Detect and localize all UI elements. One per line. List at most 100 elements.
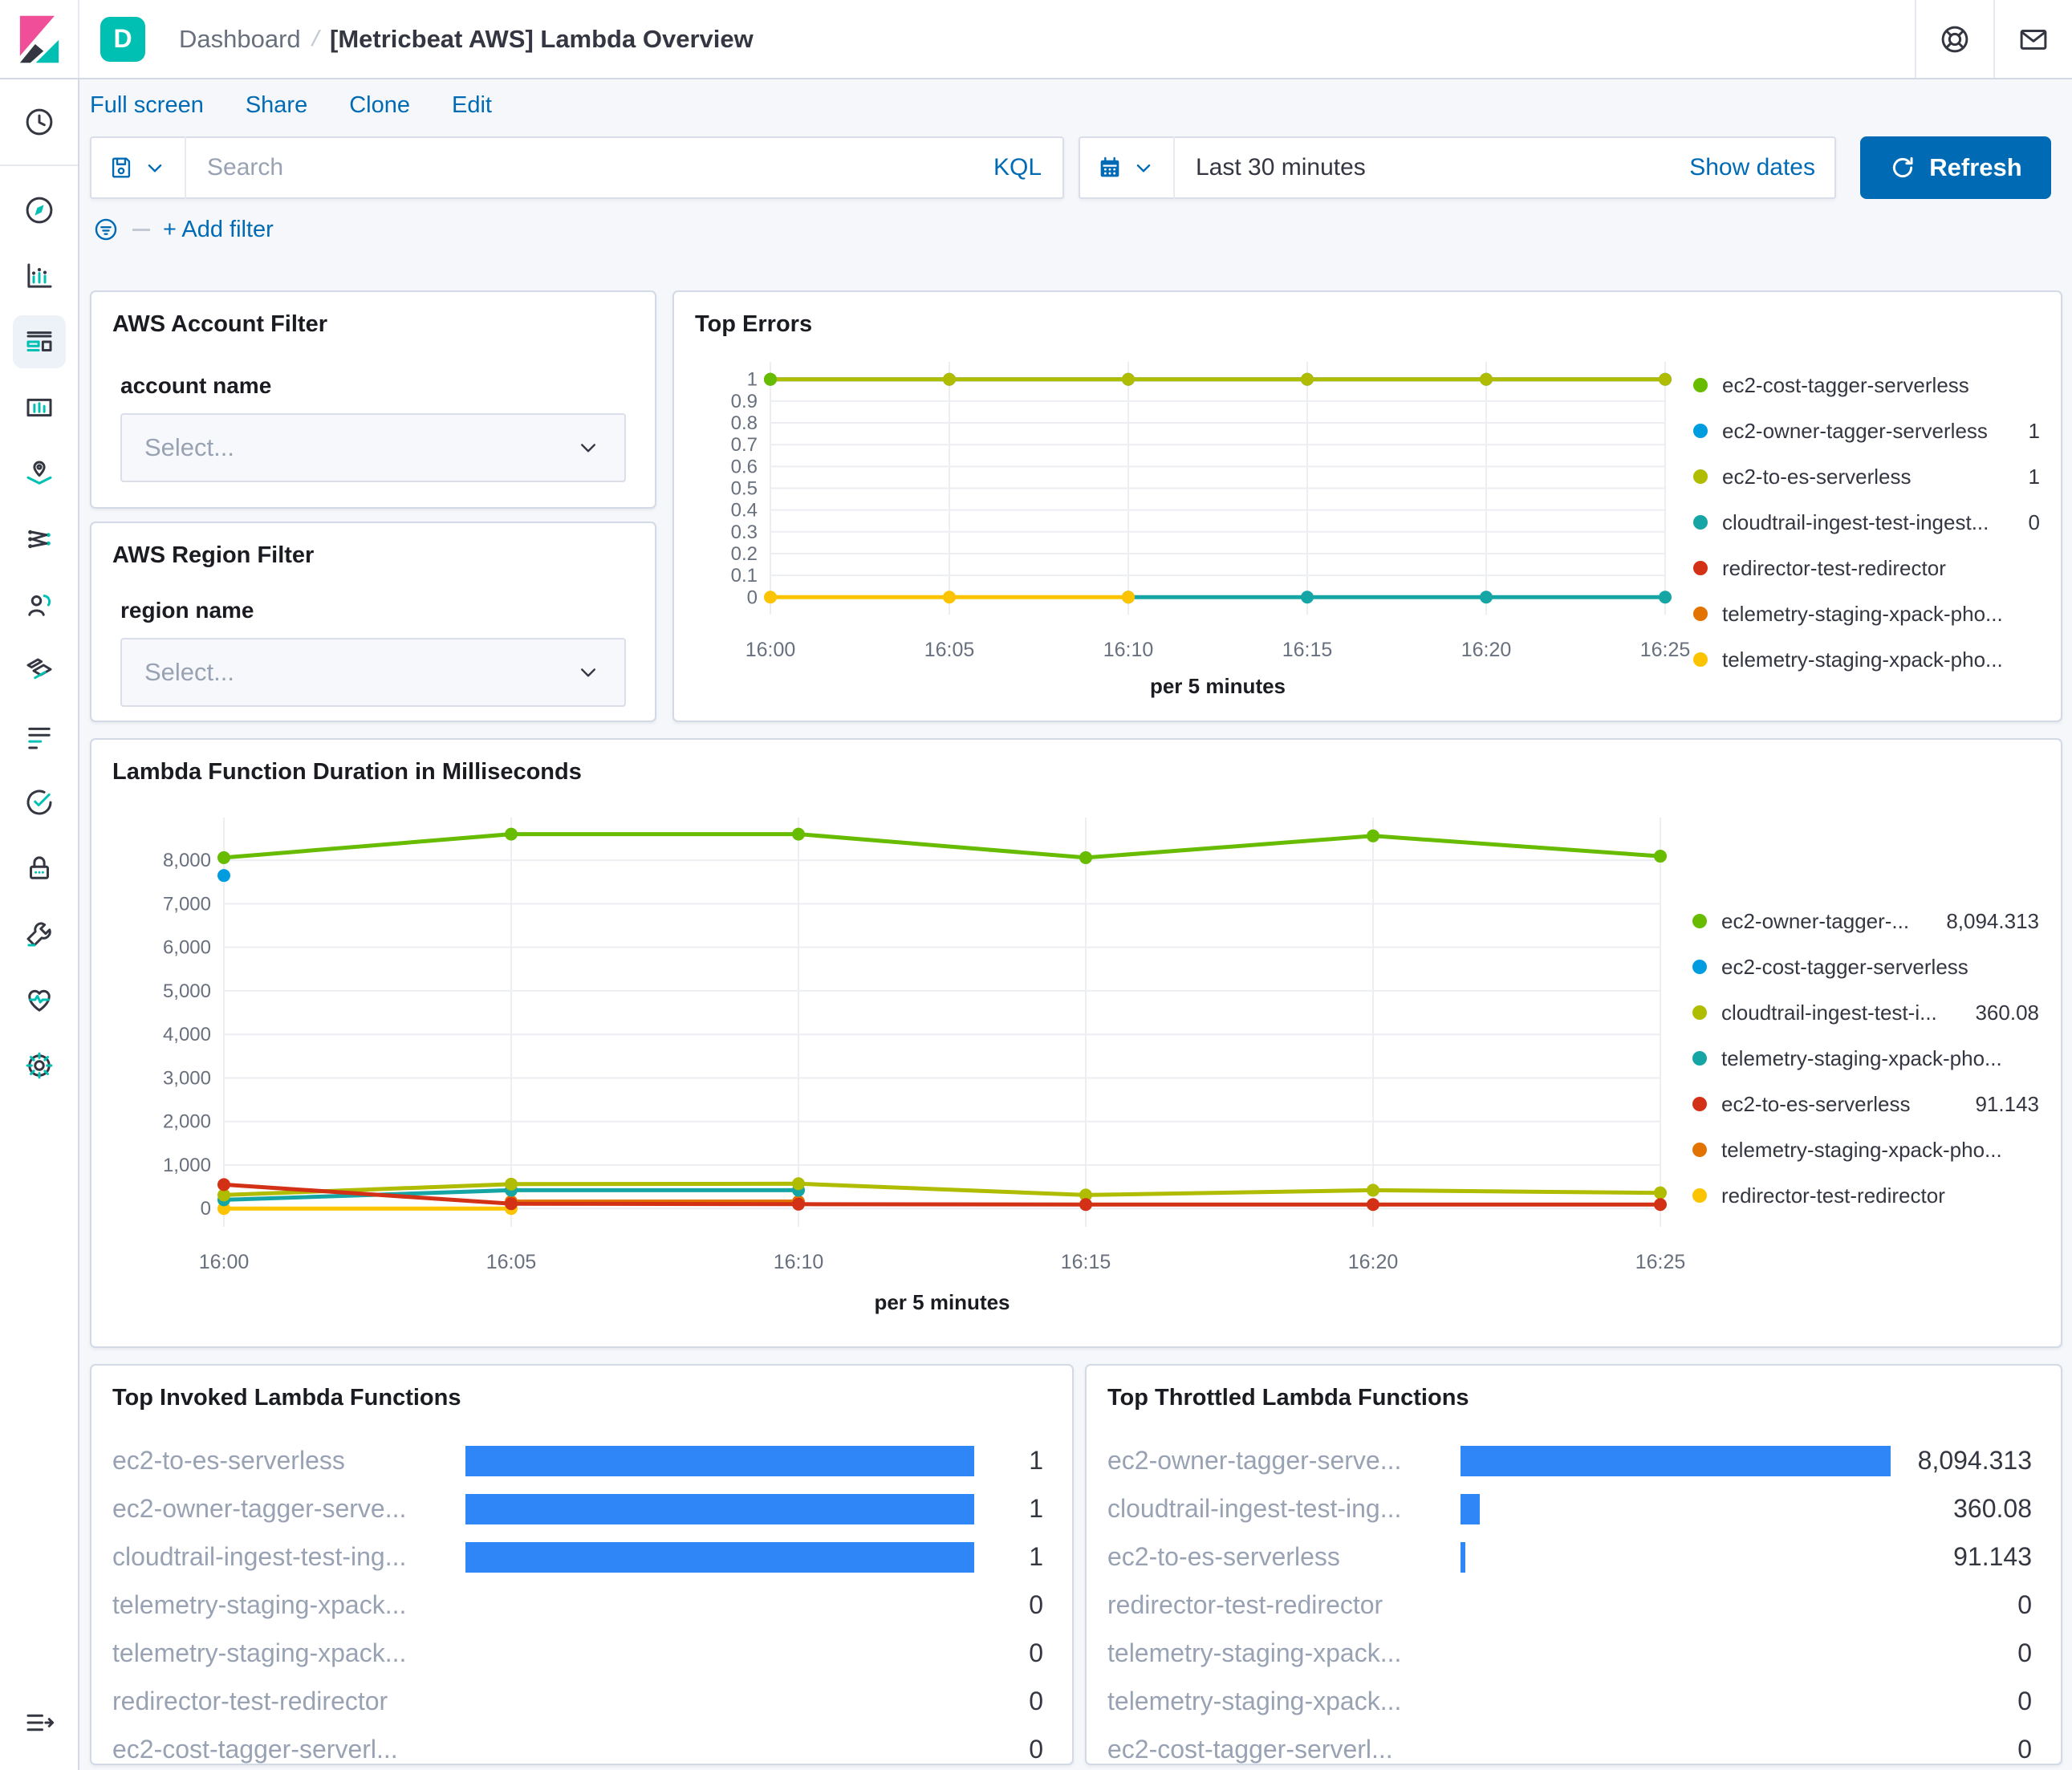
legend-item[interactable]: telemetry-staging-xpack-pho... [1693,602,2040,627]
uptime-icon [22,786,56,819]
table-row[interactable]: ec2-to-es-serverless 1 [112,1442,1043,1480]
legend-value: 8,094.313 [1946,908,2039,933]
sidebar-item-management[interactable] [13,1039,66,1092]
svg-text:1: 1 [747,369,758,391]
legend-label: ec2-to-es-serverless [1722,464,1912,489]
legend-label: ec2-owner-tagger-... [1721,908,1910,933]
legend-label: ec2-owner-tagger-serverless [1722,418,1988,443]
table-bar-track [1461,1735,1891,1765]
table-row-value: 1 [1029,1494,1043,1523]
date-picker-quick-menu[interactable] [1080,138,1173,197]
table-row[interactable]: ec2-cost-tagger-serverl... 0 [1107,1731,2032,1768]
legend-item[interactable]: ec2-cost-tagger-serverless [1692,955,2039,980]
region-name-select[interactable]: Select... [120,638,626,707]
breadcrumb-dashboard[interactable]: Dashboard [179,25,301,54]
query-bar-row: KQL Last 30 minutes Show dates Refresh [90,136,2051,199]
legend-item[interactable]: telemetry-staging-xpack-pho... [1692,1046,2039,1071]
table-row[interactable]: redirector-test-redirector 0 [1107,1586,2032,1624]
kql-toggle[interactable]: KQL [973,154,1062,181]
top-errors-chart[interactable]: 0 0.1 0.2 0.3 0.4 0.5 0.6 0.7 0.8 0.9 1 16:00 16:05 1… [674,338,1693,707]
search-input[interactable] [186,154,973,181]
table-row[interactable]: ec2-to-es-serverless 91.143 [1107,1538,2032,1576]
help-button[interactable] [1915,0,1993,78]
sidebar-item-maps[interactable] [13,447,66,500]
refresh-button[interactable]: Refresh [1860,136,2051,199]
panel-lambda-duration: Lambda Function Duration in Milliseconds… [90,738,2062,1348]
sidebar-item-stack-monitoring[interactable] [13,973,66,1026]
legend-dot [1693,607,1708,621]
show-dates-link[interactable]: Show dates [1670,154,1834,181]
filter-icon[interactable] [92,216,120,243]
legend-item[interactable]: telemetry-staging-xpack-pho... [1692,1138,2039,1163]
legend-value: 1 [2028,418,2040,443]
legend-value: 91.143 [1975,1091,2039,1116]
svg-text:per 5 minutes: per 5 minutes [1150,674,1286,698]
account-name-select[interactable]: Select... [120,413,626,482]
sidebar-item-collapse-navigation[interactable] [13,1696,66,1749]
menu-link-edit[interactable]: Edit [452,92,492,119]
date-picker: Last 30 minutes Show dates [1079,136,1836,199]
legend-label: redirector-test-redirector [1722,555,1946,580]
region-name-label: region name [120,598,254,623]
legend-item[interactable]: redirector-test-redirector [1692,1183,2039,1208]
sidebar-item-logs[interactable] [13,710,66,763]
sidebar-item-recently-viewed[interactable] [13,95,66,148]
add-filter-link[interactable]: + Add filter [163,217,274,243]
table-row-label: ec2-to-es-serverless [1107,1542,1340,1571]
legend-item[interactable]: redirector-test-redirector [1693,556,2040,581]
sidebar-item-apm[interactable] [13,578,66,631]
table-row[interactable]: redirector-test-redirector 0 [112,1683,1043,1720]
menu-link-full-screen[interactable]: Full screen [90,92,204,119]
sidebar-item-machine-learning[interactable] [13,513,66,566]
table-row[interactable]: cloudtrail-ingest-test-ing... 360.08 [1107,1490,2032,1528]
legend-item[interactable]: ec2-owner-tagger-... 8,094.313 [1692,909,2039,934]
time-range-value[interactable]: Last 30 minutes [1175,154,1670,181]
svg-text:0.9: 0.9 [731,391,758,412]
svg-text:per 5 minutes: per 5 minutes [874,1290,1010,1314]
sidebar-item-canvas[interactable] [13,381,66,434]
svg-text:16:10: 16:10 [774,1251,824,1273]
table-bar [465,1445,974,1476]
svg-text:16:20: 16:20 [1461,639,1512,661]
legend-item[interactable]: ec2-owner-tagger-serverless 1 [1693,419,2040,444]
dashboard-app-badge[interactable]: D [100,16,145,62]
legend-item[interactable]: cloudtrail-ingest-test-ingest... 0 [1693,510,2040,535]
sidebar-item-dev-tools[interactable] [13,907,66,960]
top-errors-legend: ec2-cost-tagger-serverless ec2-owner-tagg… [1693,338,2062,707]
legend-item[interactable]: ec2-to-es-serverless 91.143 [1692,1092,2039,1117]
table-row[interactable]: telemetry-staging-xpack... 0 [112,1634,1043,1672]
kibana-logo[interactable] [0,0,78,78]
table-row[interactable]: telemetry-staging-xpack... 0 [1107,1683,2032,1720]
sidebar-item-uptime[interactable] [13,776,66,829]
newsfeed-button[interactable] [1993,0,2072,78]
table-row[interactable]: telemetry-staging-xpack... 0 [1107,1634,2032,1672]
table-row[interactable]: ec2-cost-tagger-serverl... 0 [112,1731,1043,1768]
table-bar-track [465,1590,974,1621]
legend-item[interactable]: cloudtrail-ingest-test-i... 360.08 [1692,1001,2039,1025]
table-row[interactable]: cloudtrail-ingest-test-ing... 1 [112,1538,1043,1576]
infrastructure-icon [22,654,56,688]
legend-item[interactable]: telemetry-staging-xpack-pho... [1693,648,2040,672]
legend-item[interactable]: ec2-cost-tagger-serverless [1693,373,2040,398]
table-bar-track [1461,1687,1891,1717]
sidebar-item-dashboard[interactable] [12,315,66,368]
menu-link-clone[interactable]: Clone [349,92,410,119]
svg-text:8,000: 8,000 [163,850,211,871]
saved-query-button[interactable] [91,138,185,197]
lambda-duration-chart[interactable]: 0 1,000 2,000 3,000 4,000 5,000 6,000 7,000 8,00… [91,786,1692,1331]
sidebar-item-discover[interactable] [13,184,66,237]
sidebar-item-visualize[interactable] [13,250,66,302]
menu-link-share[interactable]: Share [246,92,307,119]
table-bar-track [1461,1638,1891,1669]
table-row[interactable]: ec2-owner-tagger-serve... 1 [112,1490,1043,1528]
sidebar-item-infrastructure[interactable] [13,644,66,697]
table-row-value: 0 [1029,1590,1043,1619]
table-row[interactable]: ec2-owner-tagger-serve... 8,094.313 [1107,1442,2032,1480]
table-bar-track [465,1638,974,1669]
table-row-value: 0 [2017,1590,2032,1619]
legend-item[interactable]: ec2-to-es-serverless 1 [1693,465,2040,489]
svg-text:16:25: 16:25 [1640,639,1691,661]
lambda-duration-legend: ec2-owner-tagger-... 8,094.313 ec2-cost-ta… [1692,786,2062,1331]
table-row[interactable]: telemetry-staging-xpack... 0 [112,1586,1043,1624]
sidebar-item-siem[interactable] [13,842,66,895]
